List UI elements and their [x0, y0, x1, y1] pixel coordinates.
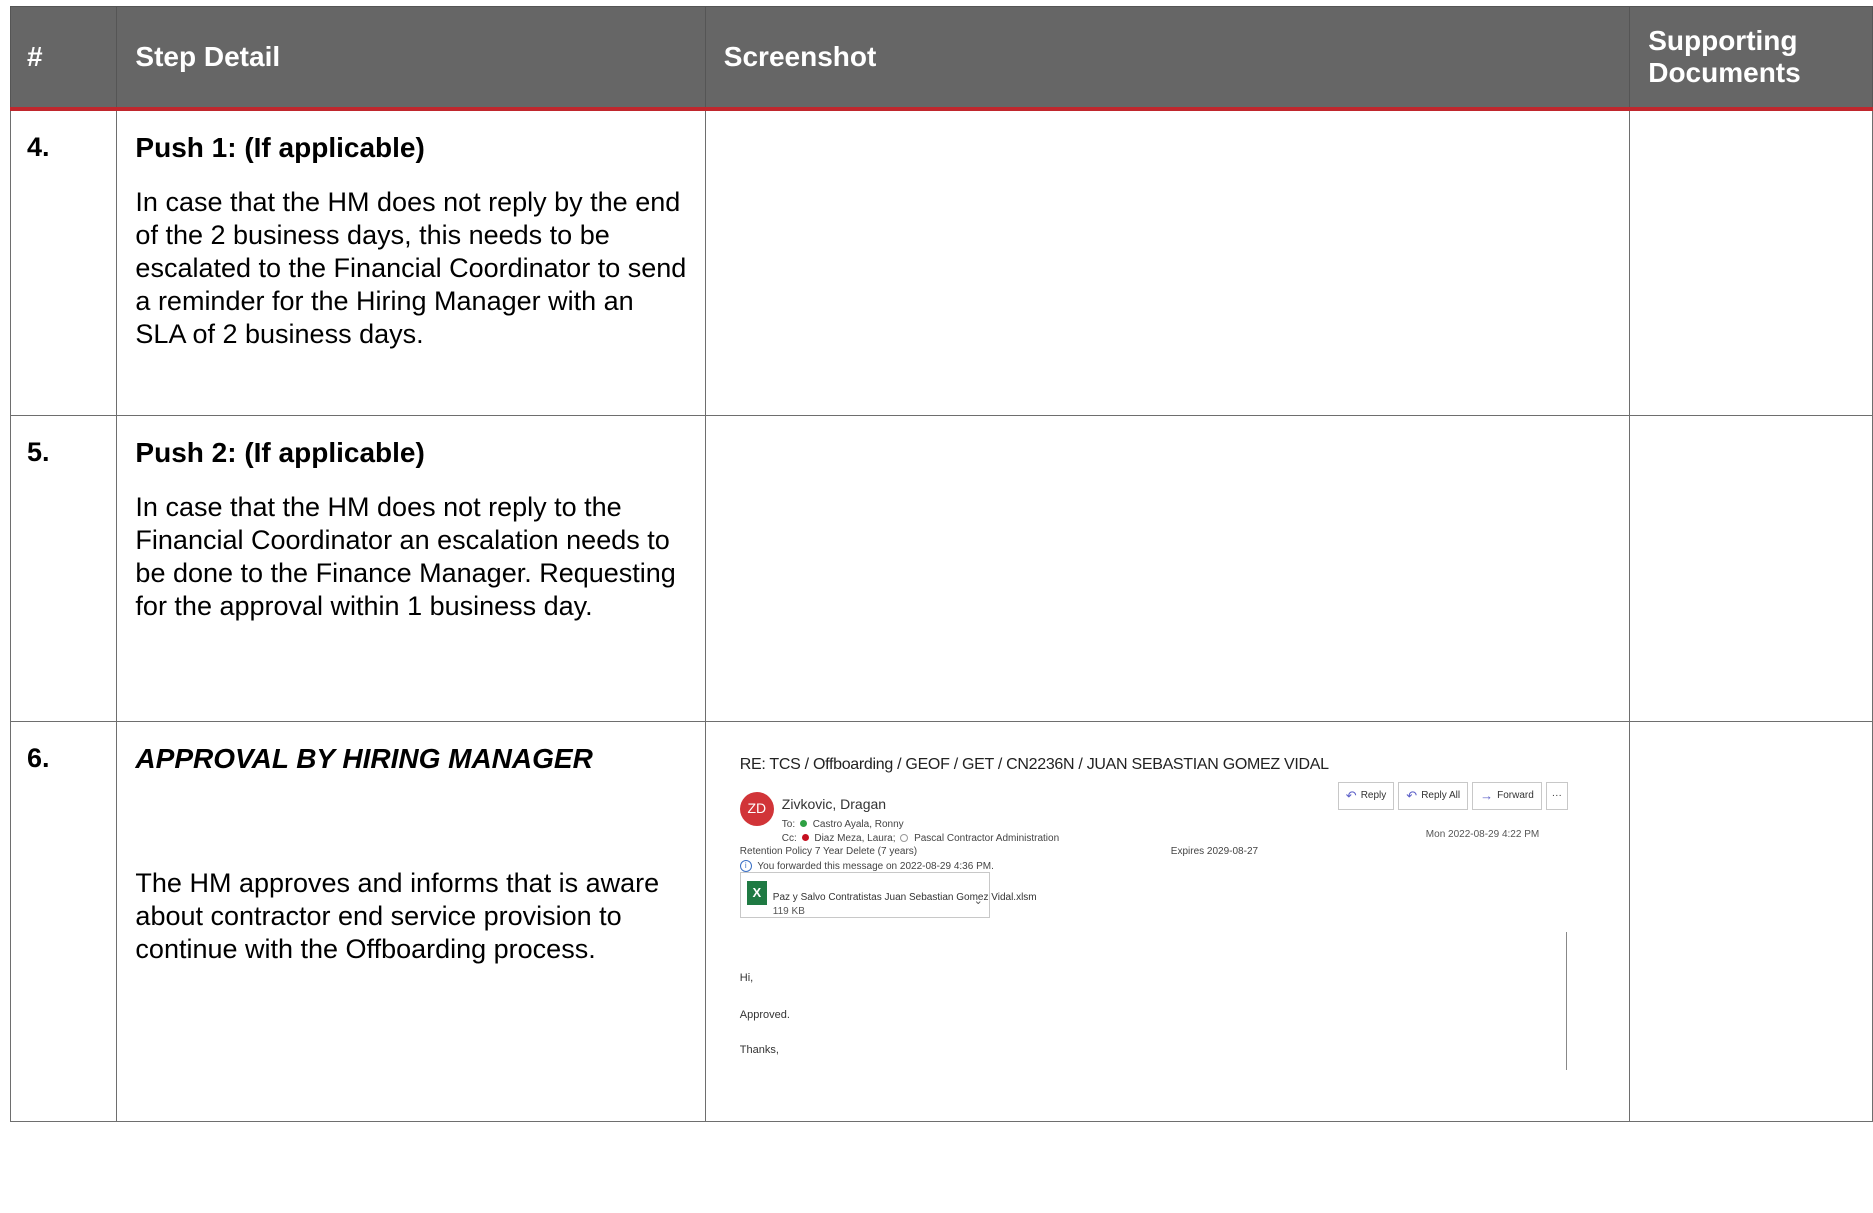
step-description: In case that the HM does not reply to th… — [135, 491, 676, 621]
more-actions-button[interactable]: ··· — [1545, 781, 1568, 810]
step-detail-cell: Push 2: (If applicable) In case that the… — [116, 414, 706, 722]
table-row: 5. Push 2: (If applicable) In case that … — [9, 414, 1873, 722]
header-row: # Step Detail Screenshot Supporting Docu… — [9, 6, 1873, 111]
expires-date: Expires 2029-08-27 — [1170, 845, 1259, 857]
chevron-down-icon[interactable]: ⌄ — [974, 885, 983, 918]
info-icon: i — [739, 859, 752, 872]
reply-all-button[interactable]: ↶ Reply All — [1398, 781, 1469, 810]
reply-icon: ↶ — [1345, 788, 1357, 803]
attachment-size: 119 KB — [772, 905, 805, 917]
email-body-text: Approved. — [739, 1008, 790, 1021]
email-body-greeting: Hi, — [739, 971, 754, 984]
email-date: Mon 2022-08-29 4:22 PM — [1425, 828, 1540, 840]
email-actions: ↶ Reply ↶ Reply All → Forward ··· — [1337, 781, 1568, 810]
reply-button[interactable]: ↶ Reply — [1337, 781, 1395, 810]
cc-recipient-2: Pascal Contractor Administration — [914, 832, 1060, 844]
screenshot-cell — [704, 414, 1631, 722]
step-title: Push 1: (If applicable) — [135, 132, 425, 163]
table-row: 6. APPROVAL BY HIRING MANAGER The HM app… — [9, 720, 1873, 1122]
email-body-closing: Thanks, — [739, 1043, 779, 1056]
header-screenshot: Screenshot — [704, 6, 1631, 111]
header-supporting-line1: Supporting — [1648, 25, 1798, 56]
screenshot-cell — [704, 108, 1631, 416]
supporting-documents-cell — [1629, 414, 1873, 722]
screenshot-cell: RE: TCS / Offboarding / GEOF / GET / CN2… — [704, 720, 1631, 1122]
sender-avatar: ZD — [739, 791, 774, 826]
process-table: # Step Detail Screenshot Supporting Docu… — [9, 6, 1873, 1122]
reply-all-label: Reply All — [1421, 790, 1461, 801]
excel-file-icon: X — [746, 880, 767, 905]
step-title: APPROVAL BY HIRING MANAGER — [135, 742, 593, 774]
header-step-detail: Step Detail — [116, 6, 706, 111]
email-subject: RE: TCS / Offboarding / GEOF / GET / CN2… — [739, 755, 1329, 773]
step-title: Push 2: (If applicable) — [135, 436, 425, 468]
step-number: 4. — [9, 108, 118, 416]
more-icon: ··· — [1551, 790, 1562, 801]
email-screenshot: RE: TCS / Offboarding / GEOF / GET / CN2… — [706, 722, 1629, 1121]
header-supporting-documents: Supporting Documents — [1629, 6, 1873, 111]
step-detail-cell: APPROVAL BY HIRING MANAGER The HM approv… — [116, 720, 706, 1122]
attachment-card[interactable]: X Paz y Salvo Contratistas Juan Sebastia… — [739, 871, 1037, 918]
step-number: 6. — [9, 720, 118, 1122]
forward-button[interactable]: → Forward — [1472, 781, 1542, 810]
supporting-documents-cell — [1629, 720, 1873, 1122]
step-detail-cell: Push 1: (If applicable) In case that the… — [116, 108, 706, 416]
supporting-documents-cell — [1629, 108, 1873, 416]
reply-all-icon: ↶ — [1406, 788, 1418, 803]
forward-label: Forward — [1497, 790, 1534, 801]
step-number: 5. — [9, 414, 118, 722]
step-description: In case that the HM does not reply by th… — [135, 187, 687, 349]
attachment-name: Paz y Salvo Contratistas Juan Sebastian … — [772, 891, 1037, 903]
scrollbar-divider — [1565, 931, 1567, 1070]
reply-label: Reply — [1360, 790, 1387, 801]
forwarded-note-text: You forwarded this message on 2022-08-29… — [757, 860, 994, 872]
table-row: 4. Push 1: (If applicable) In case that … — [9, 108, 1873, 416]
forward-icon: → — [1480, 788, 1494, 803]
step-description: The HM approves and informs that is awar… — [135, 867, 660, 964]
header-supporting-line2: Documents — [1648, 57, 1801, 88]
header-number: # — [9, 6, 118, 111]
